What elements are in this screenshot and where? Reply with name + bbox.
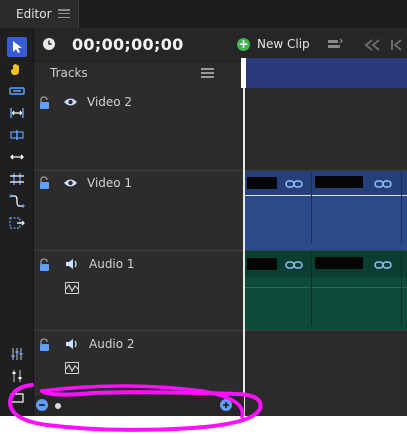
waveform-icon[interactable]	[65, 362, 79, 374]
tool-bar	[0, 28, 34, 416]
link-icon[interactable]	[285, 178, 303, 188]
link-icon[interactable]	[374, 259, 392, 269]
track-lane-audio-2[interactable]	[244, 331, 407, 416]
track-name: Video 2	[87, 95, 133, 109]
ripple-tool-icon[interactable]	[7, 103, 27, 123]
slide-tool-icon[interactable]	[7, 169, 27, 189]
razor-tool-icon[interactable]	[7, 81, 27, 101]
clock-icon	[42, 37, 56, 54]
lock-icon[interactable]	[38, 96, 50, 109]
redacted-clip-name	[315, 176, 363, 188]
timeline-ruler[interactable]	[244, 58, 407, 88]
playhead-handle[interactable]	[241, 58, 246, 88]
redacted-clip-name	[247, 258, 277, 270]
clip-divider	[244, 195, 407, 196]
clip-boundary	[311, 251, 312, 326]
link-icon[interactable]	[285, 259, 303, 269]
snap-icon[interactable]	[327, 38, 343, 55]
eye-icon[interactable]	[63, 177, 78, 191]
waveform-icon[interactable]	[65, 282, 79, 294]
editor-window: Editor 00;00;00;00 + New Clip Tracks Vid…	[0, 0, 407, 416]
track-select-icon[interactable]	[7, 213, 27, 233]
rewind-icon[interactable]	[364, 38, 382, 55]
speaker-icon[interactable]	[65, 338, 79, 353]
select-tool-icon[interactable]	[7, 37, 27, 57]
clip-divider	[244, 287, 407, 288]
clip-boundary	[401, 171, 402, 243]
track-name: Audio 1	[89, 257, 135, 271]
go-to-start-icon[interactable]	[389, 38, 403, 55]
tab-editor-label: Editor	[16, 7, 52, 21]
link-icon[interactable]	[374, 178, 392, 188]
lock-icon[interactable]	[38, 258, 50, 271]
redacted-clip-name	[315, 257, 363, 269]
highlight-annotation	[7, 383, 263, 432]
speaker-icon[interactable]	[65, 258, 79, 273]
rate-stretch-icon[interactable]	[7, 191, 27, 211]
clip-boundary	[311, 171, 312, 243]
track-lane-video-2[interactable]	[244, 88, 407, 170]
tab-menu-icon[interactable]	[58, 9, 70, 19]
lock-icon[interactable]	[38, 338, 50, 351]
roll-tool-icon[interactable]	[7, 125, 27, 145]
timecode-display[interactable]: 00;00;00;00	[72, 35, 184, 54]
tracks-menu-icon[interactable]	[201, 68, 214, 79]
slip-tool-icon[interactable]	[7, 147, 27, 167]
track-name: Video 1	[87, 176, 133, 190]
tracks-label: Tracks	[50, 66, 88, 80]
hand-tool-icon[interactable]	[7, 59, 27, 79]
lock-icon[interactable]	[38, 176, 50, 189]
eye-icon[interactable]	[63, 96, 78, 110]
plus-icon[interactable]: +	[237, 38, 250, 51]
playhead-line[interactable]	[243, 88, 245, 416]
clip-boundary	[401, 251, 402, 326]
redacted-clip-name	[247, 177, 277, 189]
track-name: Audio 2	[89, 337, 135, 351]
mixer-icon[interactable]	[7, 344, 27, 364]
new-clip-button[interactable]: New Clip	[257, 37, 310, 51]
